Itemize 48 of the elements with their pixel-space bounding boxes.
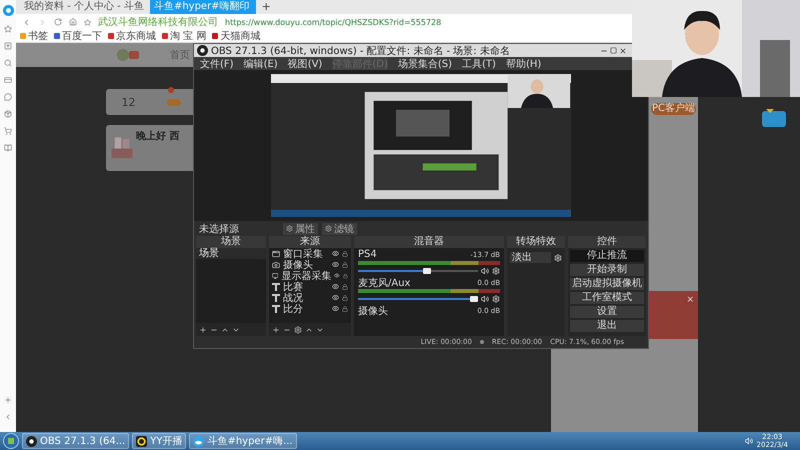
panel-title: 场景 [196, 236, 266, 248]
source-item[interactable]: 比赛 [283, 280, 329, 294]
control-button[interactable]: 启动虚拟摄像机 [570, 278, 644, 290]
control-button[interactable]: 工作室模式 [570, 292, 644, 304]
site-name: 武汉斗鱼网络科技有限公司 [98, 16, 218, 29]
bookmark-link[interactable]: 百度一下 [54, 29, 102, 43]
menu-item[interactable]: 帮助(H) [506, 56, 542, 70]
window-title: OBS 27.1.3 (64-bit, windows) - 配置文件: 未命名 - 场景: 未命名 [211, 44, 511, 58]
control-button[interactable]: 退出 [570, 320, 644, 332]
track-name: 摄像头 [358, 304, 388, 318]
menu-item[interactable]: 编辑(E) [244, 56, 278, 70]
source-item[interactable]: 战况 [283, 290, 329, 304]
source-item[interactable]: 显示器采集 [281, 268, 332, 282]
source-item[interactable]: 摄像头 [283, 258, 329, 272]
control-button[interactable]: 停止推流 [570, 250, 644, 262]
panel-title: 转场特效 [507, 236, 565, 248]
client-download-button[interactable]: PC客户端 [650, 103, 696, 115]
source-status: 未选择源 [199, 222, 240, 236]
address-field[interactable]: https://www.douyu.com/topic/QHSZSDKS?rid=555728 [225, 18, 442, 26]
menu-item[interactable]: 视图(V) [288, 56, 322, 70]
panel-title: 来源 [269, 236, 351, 248]
track-name: 麦克风/Aux [358, 276, 410, 290]
menu-item[interactable]: 工具(T) [462, 56, 496, 70]
bookmark-link[interactable]: 书签 [20, 29, 48, 43]
panel-title: 控件 [568, 236, 646, 248]
bookmark-link[interactable]: 淘 宝 网 [162, 29, 206, 43]
control-button[interactable]: 开始录制 [570, 264, 644, 276]
track-name: PS4 [358, 249, 377, 260]
source-item[interactable]: 比分 [283, 302, 329, 316]
bookmark-link[interactable]: 天猫商城 [212, 29, 260, 43]
browser-tab[interactable]: 我的资料 - 个人中心 - 斗鱼 [20, 0, 150, 14]
taskbar-button[interactable]: 斗鱼#hyper#嗨... [189, 433, 297, 449]
source-button[interactable]: 属性 [283, 222, 318, 234]
close-button[interactable]: × [686, 295, 694, 305]
bookmark-link[interactable]: 京东商城 [108, 29, 156, 43]
source-item[interactable]: 窗口采集 [283, 246, 329, 260]
panel-title: 混音器 [354, 236, 504, 248]
scene-item[interactable]: 场景 [196, 248, 266, 259]
source-button[interactable]: 滤镜 [322, 222, 357, 234]
menu-item[interactable]: 场景集合(S) [398, 56, 452, 70]
transition-select[interactable]: 淡出 [510, 252, 551, 263]
new-tab-button[interactable]: + [256, 0, 277, 14]
menu-item[interactable]: 文件(F) [200, 56, 234, 70]
taskbar-button[interactable]: OBS 27.1.3 (64... [22, 433, 130, 449]
stat-value: 12 [122, 96, 136, 108]
greeting-text: 晚上好 西 [136, 130, 180, 143]
taskbar-button[interactable]: YY开播 [132, 433, 186, 449]
control-button[interactable]: 设置 [570, 306, 644, 318]
